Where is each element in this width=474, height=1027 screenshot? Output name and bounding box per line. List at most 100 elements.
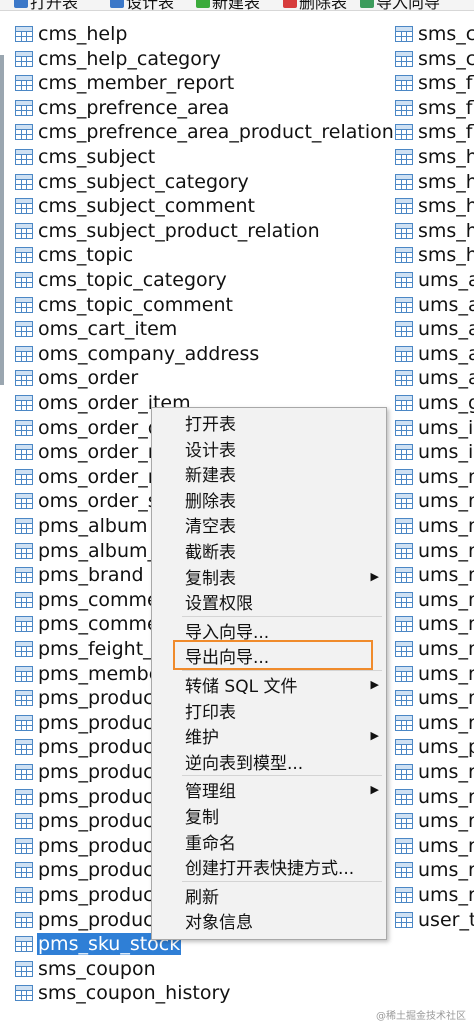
table-row[interactable]: sms_fla: [395, 120, 474, 144]
scrollbar[interactable]: [0, 55, 4, 385]
table-row[interactable]: cms_subject_comment: [15, 194, 256, 218]
menu-item[interactable]: 复制: [152, 803, 386, 828]
table-row[interactable]: oms_order_op: [15, 416, 172, 440]
menu-item[interactable]: 设置权限: [152, 589, 386, 614]
table-row[interactable]: pms_album: [15, 514, 149, 538]
table-row[interactable]: sms_fla: [395, 96, 474, 120]
menu-item[interactable]: 转储 SQL 文件 ▶: [152, 672, 386, 697]
table-row[interactable]: pms_product: [15, 858, 162, 882]
menu-item[interactable]: 维护 ▶: [152, 723, 386, 748]
menu-item[interactable]: 删除表: [152, 487, 386, 512]
table-row[interactable]: ums_ad: [395, 342, 474, 366]
table-row[interactable]: pms_product: [15, 834, 162, 858]
toolbar-button-4[interactable]: 删除表: [283, 0, 347, 10]
menu-item[interactable]: 打印表: [152, 698, 386, 723]
table-row[interactable]: cms_subject_category: [15, 170, 250, 194]
table-row[interactable]: sms_fla: [395, 71, 474, 95]
table-row[interactable]: ums_m: [395, 539, 474, 563]
table-row[interactable]: oms_order_re: [15, 440, 168, 464]
menu-item[interactable]: 清空表: [152, 512, 386, 537]
toolbar-button-1[interactable]: 打开表: [14, 0, 78, 10]
table-row[interactable]: ums_ro: [395, 858, 474, 882]
table-row[interactable]: user_te: [395, 908, 474, 932]
menu-item[interactable]: 设计表: [152, 436, 386, 461]
table-row[interactable]: ums_in: [395, 416, 474, 440]
table-row[interactable]: cms_help_category: [15, 47, 222, 71]
table-row[interactable]: oms_order_se: [15, 489, 170, 513]
table-row[interactable]: cms_prefrence_area_product_relation: [15, 120, 395, 144]
table-row[interactable]: ums_m: [395, 588, 474, 612]
table-row[interactable]: pms_product: [15, 809, 162, 833]
table-row[interactable]: cms_subject_product_relation: [15, 219, 321, 243]
table-row[interactable]: pms_product: [15, 785, 162, 809]
table-row[interactable]: ums_m: [395, 662, 474, 686]
table-row[interactable]: pms_product: [15, 908, 162, 932]
menu-item[interactable]: 导入向导...: [152, 618, 386, 643]
menu-item[interactable]: 打开表: [152, 410, 386, 435]
menu-item[interactable]: 新建表: [152, 461, 386, 486]
table-row[interactable]: sms_coupon: [15, 957, 157, 981]
table-row[interactable]: sms_ho: [395, 170, 474, 194]
menu-item[interactable]: 刷新: [152, 883, 386, 908]
table-row[interactable]: oms_order_re: [15, 465, 168, 489]
table-row[interactable]: ums_ad: [395, 293, 474, 317]
table-row[interactable]: sms_ho: [395, 145, 474, 169]
table-row[interactable]: oms_order: [15, 366, 139, 390]
table-row[interactable]: ums_m: [395, 637, 474, 661]
table-row[interactable]: sms_co: [395, 22, 474, 46]
table-row[interactable]: ums_p: [395, 735, 474, 759]
table-row[interactable]: ums_ro: [395, 834, 474, 858]
table-row[interactable]: pms_commer: [15, 588, 168, 612]
table-row[interactable]: cms_prefrence_area: [15, 96, 230, 120]
table-row[interactable]: pms_product: [15, 711, 162, 735]
table-row[interactable]: ums_g: [395, 391, 474, 415]
table-row[interactable]: ums_m: [395, 686, 474, 710]
table-row[interactable]: ums_m: [395, 563, 474, 587]
table-row[interactable]: ums_ad: [395, 317, 474, 341]
table-row[interactable]: cms_help: [15, 22, 128, 46]
table-row[interactable]: ums_ad: [395, 366, 474, 390]
table-row[interactable]: cms_member_report: [15, 71, 235, 95]
table-row[interactable]: cms_subject: [15, 145, 156, 169]
table-row[interactable]: oms_cart_item: [15, 317, 178, 341]
table-row[interactable]: pms_album_p: [15, 539, 170, 563]
table-row[interactable]: cms_topic: [15, 243, 134, 267]
table-row[interactable]: ums_m: [395, 489, 474, 513]
table-row[interactable]: sms_ho: [395, 219, 474, 243]
table-row[interactable]: oms_company_address: [15, 342, 260, 366]
table-row[interactable]: pms_feight_te: [15, 637, 173, 661]
menu-item[interactable]: 导出向导...: [152, 643, 386, 668]
menu-item[interactable]: 对象信息: [152, 908, 386, 933]
table-row[interactable]: sms_co: [395, 47, 474, 71]
menu-item[interactable]: 截断表: [152, 538, 386, 563]
table-row[interactable]: pms_member: [15, 662, 169, 686]
table-row[interactable]: ums_ad: [395, 268, 474, 292]
table-row[interactable]: ums_re: [395, 760, 474, 784]
table-row[interactable]: pms_product: [15, 760, 162, 784]
menu-item[interactable]: 重命名: [152, 829, 386, 854]
table-row[interactable]: pms_product: [15, 883, 162, 907]
table-row[interactable]: pms_brand: [15, 563, 145, 587]
table-row[interactable]: sms_coupon_history: [15, 981, 232, 1005]
menu-item[interactable]: 管理组 ▶: [152, 777, 386, 802]
table-row[interactable]: ums_m: [395, 465, 474, 489]
table-row[interactable]: ums_re: [395, 785, 474, 809]
table-row[interactable]: sms_ho: [395, 194, 474, 218]
table-row[interactable]: pms_commer: [15, 612, 168, 636]
table-row[interactable]: cms_topic_category: [15, 268, 228, 292]
menu-item[interactable]: 创建打开表快捷方式...: [152, 854, 386, 879]
table-row[interactable]: cms_topic_comment: [15, 293, 234, 317]
table-row[interactable]: ums_m: [395, 514, 474, 538]
table-row[interactable]: pms_product: [15, 686, 162, 710]
table-row[interactable]: ums_in: [395, 440, 474, 464]
table-row[interactable]: pms_product: [15, 735, 162, 759]
toolbar-button-5[interactable]: 导入向导: [360, 0, 440, 10]
menu-item[interactable]: 逆向表到模型...: [152, 749, 386, 774]
toolbar-button-2[interactable]: 设计表: [110, 0, 174, 10]
table-row[interactable]: ums_ro: [395, 883, 474, 907]
table-row[interactable]: ums_m: [395, 711, 474, 735]
menu-item[interactable]: 复制表 ▶: [152, 564, 386, 589]
toolbar-button-3[interactable]: 新建表: [196, 0, 260, 10]
table-row[interactable]: ums_m: [395, 612, 474, 636]
table-row[interactable]: sms_ho: [395, 243, 474, 267]
